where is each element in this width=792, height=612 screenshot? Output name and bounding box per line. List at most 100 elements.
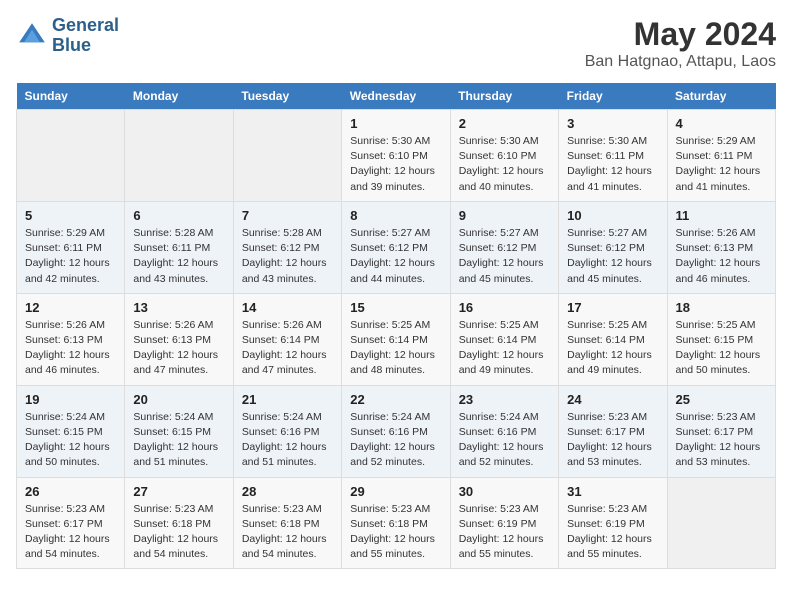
- calendar-cell: 19 Sunrise: 5:24 AM Sunset: 6:15 PM Dayli…: [17, 385, 125, 477]
- logo-line1: General: [52, 16, 119, 36]
- calendar-cell: 5 Sunrise: 5:29 AM Sunset: 6:11 PM Daylig…: [17, 201, 125, 293]
- day-number: 27: [133, 484, 224, 499]
- day-info: Sunrise: 5:28 AM Sunset: 6:12 PM Dayligh…: [242, 226, 333, 287]
- day-info: Sunrise: 5:23 AM Sunset: 6:18 PM Dayligh…: [350, 502, 441, 563]
- calendar-week-row: 19 Sunrise: 5:24 AM Sunset: 6:15 PM Dayli…: [17, 385, 776, 477]
- calendar-cell: 10 Sunrise: 5:27 AM Sunset: 6:12 PM Dayli…: [559, 201, 667, 293]
- day-number: 15: [350, 300, 441, 315]
- calendar-cell: 21 Sunrise: 5:24 AM Sunset: 6:16 PM Dayli…: [233, 385, 341, 477]
- day-number: 12: [25, 300, 116, 315]
- day-number: 14: [242, 300, 333, 315]
- day-info: Sunrise: 5:26 AM Sunset: 6:13 PM Dayligh…: [676, 226, 767, 287]
- day-info: Sunrise: 5:29 AM Sunset: 6:11 PM Dayligh…: [25, 226, 116, 287]
- day-info: Sunrise: 5:29 AM Sunset: 6:11 PM Dayligh…: [676, 134, 767, 195]
- calendar-cell: 28Sunrise: 5:23 AM Sunset: 6:18 PM Dayli…: [233, 477, 341, 569]
- calendar-cell: 29Sunrise: 5:23 AM Sunset: 6:18 PM Dayli…: [342, 477, 450, 569]
- weekday-header: Sunday: [17, 83, 125, 110]
- day-info: Sunrise: 5:24 AM Sunset: 6:15 PM Dayligh…: [133, 410, 224, 471]
- calendar-cell: [233, 110, 341, 202]
- calendar-cell: 1 Sunrise: 5:30 AM Sunset: 6:10 PM Daylig…: [342, 110, 450, 202]
- calendar-cell: 2Sunrise: 5:30 AM Sunset: 6:10 PM Daylig…: [450, 110, 558, 202]
- day-number: 7: [242, 208, 333, 223]
- weekday-header: Tuesday: [233, 83, 341, 110]
- calendar-cell: 4 Sunrise: 5:29 AM Sunset: 6:11 PM Daylig…: [667, 110, 775, 202]
- calendar-cell: 8 Sunrise: 5:27 AM Sunset: 6:12 PM Daylig…: [342, 201, 450, 293]
- day-number: 30: [459, 484, 550, 499]
- weekday-header: Saturday: [667, 83, 775, 110]
- day-info: Sunrise: 5:23 AM Sunset: 6:19 PM Dayligh…: [567, 502, 658, 563]
- day-number: 17: [567, 300, 658, 315]
- day-number: 8: [350, 208, 441, 223]
- title-block: May 2024 Ban Hatgnao, Attapu, Laos: [585, 16, 776, 71]
- day-info: Sunrise: 5:26 AM Sunset: 6:13 PM Dayligh…: [133, 318, 224, 379]
- calendar-cell: [667, 477, 775, 569]
- day-number: 25: [676, 392, 767, 407]
- weekday-header-row: SundayMondayTuesdayWednesdayThursdayFrid…: [17, 83, 776, 110]
- calendar-cell: 15 Sunrise: 5:25 AM Sunset: 6:14 PM Dayli…: [342, 293, 450, 385]
- day-info: Sunrise: 5:26 AM Sunset: 6:13 PM Dayligh…: [25, 318, 116, 379]
- calendar-cell: 17Sunrise: 5:25 AM Sunset: 6:14 PM Dayli…: [559, 293, 667, 385]
- day-number: 13: [133, 300, 224, 315]
- day-info: Sunrise: 5:27 AM Sunset: 6:12 PM Dayligh…: [567, 226, 658, 287]
- day-number: 22: [350, 392, 441, 407]
- day-number: 18: [676, 300, 767, 315]
- day-info: Sunrise: 5:23 AM Sunset: 6:17 PM Dayligh…: [567, 410, 658, 471]
- calendar-cell: 23Sunrise: 5:24 AM Sunset: 6:16 PM Dayli…: [450, 385, 558, 477]
- day-number: 26: [25, 484, 116, 499]
- calendar-cell: 25 Sunrise: 5:23 AM Sunset: 6:17 PM Dayli…: [667, 385, 775, 477]
- calendar-week-row: 5 Sunrise: 5:29 AM Sunset: 6:11 PM Daylig…: [17, 201, 776, 293]
- day-number: 21: [242, 392, 333, 407]
- day-number: 31: [567, 484, 658, 499]
- day-info: Sunrise: 5:27 AM Sunset: 6:12 PM Dayligh…: [350, 226, 441, 287]
- day-info: Sunrise: 5:23 AM Sunset: 6:17 PM Dayligh…: [676, 410, 767, 471]
- day-info: Sunrise: 5:30 AM Sunset: 6:10 PM Dayligh…: [350, 134, 441, 195]
- calendar-table: SundayMondayTuesdayWednesdayThursdayFrid…: [16, 83, 776, 569]
- day-info: Sunrise: 5:27 AM Sunset: 6:12 PM Dayligh…: [459, 226, 550, 287]
- day-number: 3: [567, 116, 658, 131]
- day-number: 5: [25, 208, 116, 223]
- logo-icon: [16, 20, 48, 52]
- day-number: 16: [459, 300, 550, 315]
- day-info: Sunrise: 5:23 AM Sunset: 6:18 PM Dayligh…: [242, 502, 333, 563]
- day-number: 2: [459, 116, 550, 131]
- day-number: 19: [25, 392, 116, 407]
- day-info: Sunrise: 5:24 AM Sunset: 6:16 PM Dayligh…: [350, 410, 441, 471]
- weekday-header: Monday: [125, 83, 233, 110]
- calendar-cell: 3Sunrise: 5:30 AM Sunset: 6:11 PM Daylig…: [559, 110, 667, 202]
- day-number: 1: [350, 116, 441, 131]
- day-number: 9: [459, 208, 550, 223]
- day-info: Sunrise: 5:26 AM Sunset: 6:14 PM Dayligh…: [242, 318, 333, 379]
- calendar-cell: 6 Sunrise: 5:28 AM Sunset: 6:11 PM Daylig…: [125, 201, 233, 293]
- day-number: 24: [567, 392, 658, 407]
- weekday-header: Thursday: [450, 83, 558, 110]
- calendar-body: 1 Sunrise: 5:30 AM Sunset: 6:10 PM Daylig…: [17, 110, 776, 569]
- calendar-cell: 30 Sunrise: 5:23 AM Sunset: 6:19 PM Dayli…: [450, 477, 558, 569]
- calendar-cell: 16 Sunrise: 5:25 AM Sunset: 6:14 PM Dayli…: [450, 293, 558, 385]
- calendar-header: SundayMondayTuesdayWednesdayThursdayFrid…: [17, 83, 776, 110]
- calendar-cell: 22 Sunrise: 5:24 AM Sunset: 6:16 PM Dayli…: [342, 385, 450, 477]
- day-info: Sunrise: 5:24 AM Sunset: 6:15 PM Dayligh…: [25, 410, 116, 471]
- weekday-header: Friday: [559, 83, 667, 110]
- day-info: Sunrise: 5:23 AM Sunset: 6:17 PM Dayligh…: [25, 502, 116, 563]
- day-number: 20: [133, 392, 224, 407]
- calendar-cell: 20 Sunrise: 5:24 AM Sunset: 6:15 PM Dayli…: [125, 385, 233, 477]
- day-info: Sunrise: 5:23 AM Sunset: 6:19 PM Dayligh…: [459, 502, 550, 563]
- calendar-week-row: 26 Sunrise: 5:23 AM Sunset: 6:17 PM Dayli…: [17, 477, 776, 569]
- day-info: Sunrise: 5:25 AM Sunset: 6:14 PM Dayligh…: [459, 318, 550, 379]
- calendar-cell: 12 Sunrise: 5:26 AM Sunset: 6:13 PM Dayli…: [17, 293, 125, 385]
- calendar-cell: 24 Sunrise: 5:23 AM Sunset: 6:17 PM Dayli…: [559, 385, 667, 477]
- day-number: 4: [676, 116, 767, 131]
- calendar-cell: 18 Sunrise: 5:25 AM Sunset: 6:15 PM Dayli…: [667, 293, 775, 385]
- calendar-cell: 11Sunrise: 5:26 AM Sunset: 6:13 PM Dayli…: [667, 201, 775, 293]
- logo-line2: Blue: [52, 36, 119, 56]
- calendar-cell: [125, 110, 233, 202]
- day-number: 6: [133, 208, 224, 223]
- calendar-week-row: 1 Sunrise: 5:30 AM Sunset: 6:10 PM Daylig…: [17, 110, 776, 202]
- day-info: Sunrise: 5:24 AM Sunset: 6:16 PM Dayligh…: [242, 410, 333, 471]
- calendar-cell: 27Sunrise: 5:23 AM Sunset: 6:18 PM Dayli…: [125, 477, 233, 569]
- day-info: Sunrise: 5:25 AM Sunset: 6:15 PM Dayligh…: [676, 318, 767, 379]
- day-number: 10: [567, 208, 658, 223]
- day-info: Sunrise: 5:25 AM Sunset: 6:14 PM Dayligh…: [350, 318, 441, 379]
- page-header: General Blue May 2024 Ban Hatgnao, Attap…: [16, 16, 776, 71]
- day-info: Sunrise: 5:28 AM Sunset: 6:11 PM Dayligh…: [133, 226, 224, 287]
